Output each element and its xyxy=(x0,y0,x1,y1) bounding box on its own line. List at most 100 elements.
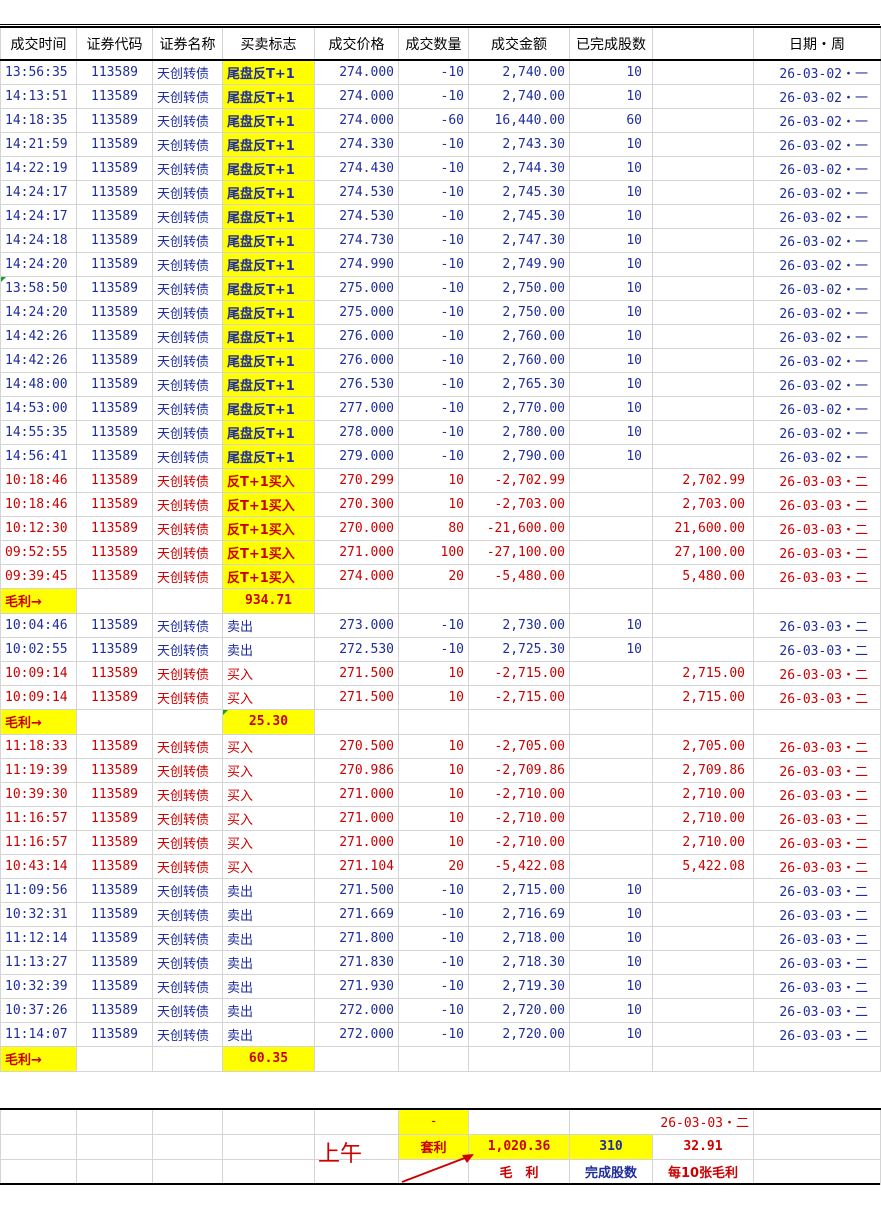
code-cell[interactable]: 113589 xyxy=(76,563,153,589)
flag-cell[interactable]: 尾盘反T+1 xyxy=(222,83,315,109)
cost-cell[interactable] xyxy=(652,949,754,975)
amount-cell[interactable]: -5,422.08 xyxy=(468,853,570,879)
cost-cell[interactable] xyxy=(652,371,754,397)
code-cell[interactable]: 113589 xyxy=(76,443,153,469)
flag-cell[interactable]: 卖出 xyxy=(222,901,315,927)
qty-cell[interactable]: -10 xyxy=(398,323,469,349)
cost-cell[interactable] xyxy=(652,131,754,157)
empty-cell[interactable] xyxy=(468,1045,570,1072)
name-cell[interactable]: 天创转债 xyxy=(152,660,223,686)
price-cell[interactable]: 275.000 xyxy=(314,275,399,301)
date-cell[interactable]: 26-03-03・二 xyxy=(753,877,881,903)
name-cell[interactable]: 天创转债 xyxy=(152,901,223,927)
date-cell[interactable]: 26-03-03・二 xyxy=(753,467,881,493)
time-cell[interactable]: 11:18:33 xyxy=(0,733,77,759)
done-cell[interactable]: 10 xyxy=(569,973,653,999)
name-cell[interactable]: 天创转债 xyxy=(152,419,223,445)
date-cell[interactable]: 26-03-02・一 xyxy=(753,443,881,469)
qty-cell[interactable]: 10 xyxy=(398,805,469,831)
empty-cell[interactable] xyxy=(152,587,223,614)
price-cell[interactable]: 270.299 xyxy=(314,467,399,493)
price-cell[interactable]: 278.000 xyxy=(314,419,399,445)
cost-cell[interactable] xyxy=(652,251,754,277)
time-cell[interactable]: 14:18:35 xyxy=(0,107,77,133)
code-cell[interactable]: 113589 xyxy=(76,997,153,1023)
date-cell[interactable]: 26-03-03・二 xyxy=(753,660,881,686)
cost-cell[interactable]: 2,703.00 xyxy=(652,491,754,517)
code-cell[interactable]: 113589 xyxy=(76,757,153,783)
flag-cell[interactable]: 买入 xyxy=(222,660,315,686)
name-cell[interactable]: 天创转债 xyxy=(152,997,223,1023)
done-cell[interactable] xyxy=(569,467,653,493)
amount-cell[interactable]: 2,740.00 xyxy=(468,59,570,85)
code-cell[interactable]: 113589 xyxy=(76,805,153,831)
price-cell[interactable]: 274.430 xyxy=(314,155,399,181)
flag-cell[interactable]: 尾盘反T+1 xyxy=(222,275,315,301)
code-cell[interactable]: 113589 xyxy=(76,925,153,951)
empty-cell[interactable] xyxy=(652,587,754,614)
flag-cell[interactable]: 买入 xyxy=(222,829,315,855)
done-cell[interactable]: 10 xyxy=(569,59,653,85)
date-cell[interactable]: 26-03-03・二 xyxy=(753,563,881,589)
date-cell[interactable]: 26-03-02・一 xyxy=(753,203,881,229)
qty-cell[interactable]: -10 xyxy=(398,179,469,205)
cost-cell[interactable] xyxy=(652,59,754,85)
qty-cell[interactable]: -10 xyxy=(398,83,469,109)
time-cell[interactable]: 14:13:51 xyxy=(0,83,77,109)
code-cell[interactable]: 113589 xyxy=(76,299,153,325)
time-cell[interactable]: 14:24:17 xyxy=(0,179,77,205)
flag-cell[interactable]: 卖出 xyxy=(222,612,315,638)
empty-cell[interactable] xyxy=(152,708,223,735)
flag-cell[interactable]: 尾盘反T+1 xyxy=(222,131,315,157)
qty-cell[interactable]: -10 xyxy=(398,131,469,157)
time-cell[interactable]: 10:09:14 xyxy=(0,660,77,686)
cost-cell[interactable]: 27,100.00 xyxy=(652,539,754,565)
date-cell[interactable]: 26-03-03・二 xyxy=(753,491,881,517)
price-cell[interactable]: 270.300 xyxy=(314,491,399,517)
empty-cell[interactable] xyxy=(398,1045,469,1072)
time-cell[interactable]: 11:19:39 xyxy=(0,757,77,783)
flag-cell[interactable]: 尾盘反T+1 xyxy=(222,203,315,229)
empty-cell[interactable] xyxy=(753,708,881,735)
time-cell[interactable]: 11:13:27 xyxy=(0,949,77,975)
cost-cell[interactable]: 2,705.00 xyxy=(652,733,754,759)
date-cell[interactable]: 26-03-03・二 xyxy=(753,684,881,710)
flag-cell[interactable]: 买入 xyxy=(222,781,315,807)
qty-cell[interactable]: -10 xyxy=(398,275,469,301)
date-cell[interactable]: 26-03-03・二 xyxy=(753,636,881,662)
flag-cell[interactable]: 尾盘反T+1 xyxy=(222,179,315,205)
time-cell[interactable]: 14:24:20 xyxy=(0,299,77,325)
cost-cell[interactable] xyxy=(652,925,754,951)
name-cell[interactable]: 天创转债 xyxy=(152,179,223,205)
name-cell[interactable]: 天创转债 xyxy=(152,949,223,975)
time-cell[interactable]: 10:12:30 xyxy=(0,515,77,541)
flag-cell[interactable]: 卖出 xyxy=(222,636,315,662)
date-cell[interactable]: 26-03-03・二 xyxy=(753,925,881,951)
time-cell[interactable]: 11:14:07 xyxy=(0,1021,77,1047)
price-cell[interactable]: 271.000 xyxy=(314,829,399,855)
done-cell[interactable]: 60 xyxy=(569,107,653,133)
done-cell[interactable]: 10 xyxy=(569,227,653,253)
amount-cell[interactable]: 2,760.00 xyxy=(468,323,570,349)
time-cell[interactable]: 14:56:41 xyxy=(0,443,77,469)
date-cell[interactable]: 26-03-02・一 xyxy=(753,395,881,421)
amount-cell[interactable]: 2,725.30 xyxy=(468,636,570,662)
qty-cell[interactable]: -10 xyxy=(398,155,469,181)
price-cell[interactable]: 271.000 xyxy=(314,781,399,807)
flag-cell[interactable]: 尾盘反T+1 xyxy=(222,227,315,253)
amount-cell[interactable]: -2,702.99 xyxy=(468,467,570,493)
price-cell[interactable]: 276.000 xyxy=(314,347,399,373)
date-cell[interactable]: 26-03-02・一 xyxy=(753,323,881,349)
price-cell[interactable]: 274.530 xyxy=(314,203,399,229)
cost-cell[interactable]: 2,709.86 xyxy=(652,757,754,783)
flag-cell[interactable]: 尾盘反T+1 xyxy=(222,251,315,277)
qty-cell[interactable]: -10 xyxy=(398,299,469,325)
done-cell[interactable] xyxy=(569,733,653,759)
summary-date[interactable]: 26-03-03・二 xyxy=(569,1108,754,1135)
flag-cell[interactable]: 尾盘反T+1 xyxy=(222,347,315,373)
code-cell[interactable]: 113589 xyxy=(76,371,153,397)
name-cell[interactable]: 天创转债 xyxy=(152,781,223,807)
name-cell[interactable]: 天创转债 xyxy=(152,275,223,301)
qty-cell[interactable]: -10 xyxy=(398,636,469,662)
price-cell[interactable]: 271.800 xyxy=(314,925,399,951)
